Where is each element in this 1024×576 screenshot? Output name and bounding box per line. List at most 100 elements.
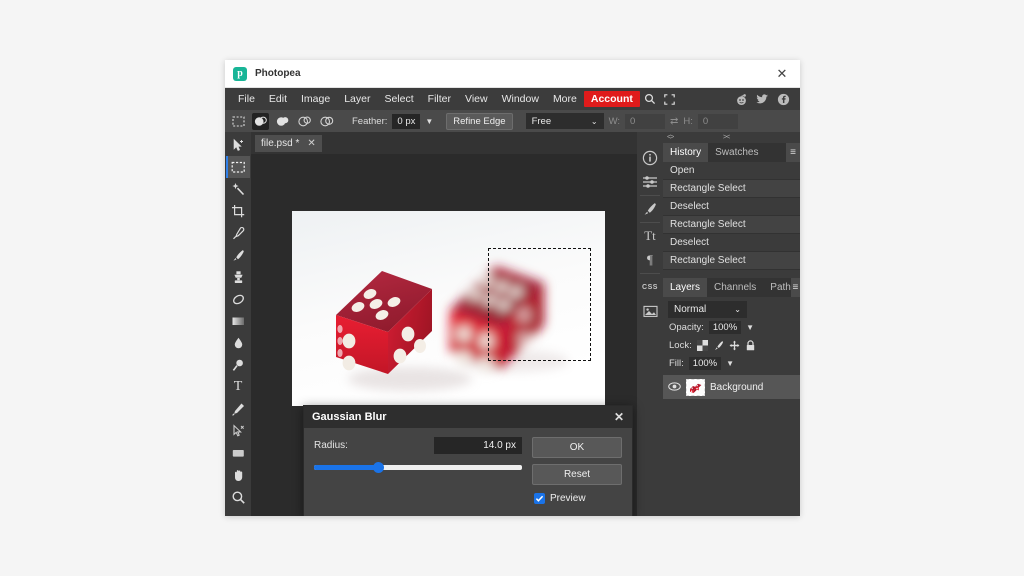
- brush-settings-icon[interactable]: [638, 197, 662, 221]
- fill-dropdown-icon[interactable]: ▼: [726, 359, 734, 368]
- history-item[interactable]: Deselect: [663, 234, 800, 252]
- move-tool[interactable]: [226, 134, 250, 156]
- document-tab-file-psd[interactable]: file.psd * ✕: [255, 134, 322, 152]
- collapse-left-icon[interactable]: <>: [667, 134, 674, 141]
- layers-panel-tabs: Layers Channels Path ≡: [663, 278, 800, 297]
- layer-thumbnail[interactable]: [686, 378, 705, 396]
- path-select-tool[interactable]: [226, 420, 250, 442]
- swap-arrows-icon[interactable]: ⇄: [670, 116, 678, 127]
- menu-select[interactable]: Select: [377, 90, 420, 108]
- window-close-button[interactable]: ✕: [772, 64, 792, 84]
- collapse-right-icon[interactable]: ><: [723, 134, 730, 141]
- menu-file[interactable]: File: [231, 90, 262, 108]
- brush-tool[interactable]: [226, 244, 250, 266]
- menu-image[interactable]: Image: [294, 90, 337, 108]
- lock-pixels-icon[interactable]: [713, 340, 724, 351]
- tab-path[interactable]: Path: [763, 278, 791, 297]
- shape-tool[interactable]: [226, 442, 250, 464]
- lock-transparency-icon[interactable]: [696, 340, 708, 351]
- history-item[interactable]: Rectangle Select: [663, 216, 800, 234]
- opacity-value[interactable]: 100%: [708, 321, 742, 334]
- artboard[interactable]: [292, 211, 605, 406]
- search-icon[interactable]: [640, 93, 660, 105]
- opacity-label: Opacity:: [669, 322, 704, 333]
- tab-channels[interactable]: Channels: [707, 278, 763, 297]
- blend-mode-select[interactable]: Normal ⌄: [668, 301, 747, 318]
- height-input[interactable]: 0: [697, 113, 738, 129]
- hand-tool[interactable]: [226, 464, 250, 486]
- intersect-selection-button[interactable]: [318, 113, 335, 130]
- layers-panel-menu-icon[interactable]: ≡: [790, 278, 800, 297]
- menu-filter[interactable]: Filter: [421, 90, 458, 108]
- feather-dropdown-icon[interactable]: ▼: [425, 117, 433, 126]
- feather-input[interactable]: 0 px: [392, 113, 421, 129]
- preview-checkbox[interactable]: [534, 493, 545, 504]
- info-icon[interactable]: [638, 146, 662, 170]
- css-icon[interactable]: CSS: [638, 275, 662, 299]
- refine-edge-button[interactable]: Refine Edge: [446, 112, 513, 130]
- rectangle-marquee-icon[interactable]: [230, 113, 247, 130]
- rectangle-marquee-tool[interactable]: [226, 156, 250, 178]
- document-tab-bar: file.psd * ✕: [251, 132, 637, 154]
- history-item[interactable]: Rectangle Select: [663, 180, 800, 198]
- fill-row: Fill: 100% ▼: [663, 354, 800, 373]
- fullscreen-icon[interactable]: [660, 93, 680, 105]
- image-icon[interactable]: [638, 299, 662, 323]
- reddit-icon[interactable]: [735, 93, 748, 106]
- history-item[interactable]: Open: [663, 162, 800, 180]
- pen-tool[interactable]: [226, 398, 250, 420]
- clone-stamp-tool[interactable]: [226, 266, 250, 288]
- tab-history[interactable]: History: [663, 143, 709, 162]
- ok-button[interactable]: OK: [532, 437, 622, 458]
- lock-label: Lock:: [669, 340, 692, 351]
- radius-slider[interactable]: [314, 462, 522, 473]
- new-selection-button[interactable]: [252, 112, 269, 130]
- subtract-from-selection-button[interactable]: [296, 113, 313, 130]
- style-select[interactable]: Free ⌄: [525, 113, 604, 129]
- zoom-tool[interactable]: [226, 486, 250, 508]
- dialog-buttons: OK Reset Preview: [532, 437, 622, 504]
- slider-knob[interactable]: [372, 462, 384, 473]
- tab-layers[interactable]: Layers: [663, 278, 708, 297]
- tab-swatches[interactable]: Swatches: [708, 143, 765, 162]
- rail-divider: [640, 273, 660, 274]
- layer-visibility-icon[interactable]: [668, 378, 681, 396]
- dodge-tool[interactable]: [226, 354, 250, 376]
- selection-marquee[interactable]: [488, 248, 591, 361]
- menu-window[interactable]: Window: [495, 90, 546, 108]
- gaussian-blur-dialog[interactable]: Gaussian Blur ✕ Radius: 14.0 px OK Reset: [303, 405, 633, 516]
- layer-row[interactable]: Background: [663, 375, 800, 399]
- history-item[interactable]: Deselect: [663, 198, 800, 216]
- magic-wand-tool[interactable]: [226, 178, 250, 200]
- history-panel-menu-icon[interactable]: ≡: [786, 143, 800, 162]
- gradient-tool[interactable]: [226, 310, 250, 332]
- menu-edit[interactable]: Edit: [262, 90, 294, 108]
- fill-value[interactable]: 100%: [688, 357, 722, 370]
- opacity-dropdown-icon[interactable]: ▼: [746, 323, 754, 332]
- menu-layer[interactable]: Layer: [337, 90, 377, 108]
- opacity-row: Opacity: 100% ▼: [663, 318, 800, 337]
- history-item[interactable]: Rectangle Select: [663, 252, 800, 270]
- lock-all-icon[interactable]: [745, 340, 756, 351]
- menu-view[interactable]: View: [458, 90, 495, 108]
- character-icon[interactable]: Tt: [638, 224, 662, 248]
- width-label: W:: [608, 115, 621, 127]
- adjustments-icon[interactable]: [638, 170, 662, 194]
- crop-tool[interactable]: [226, 200, 250, 222]
- document-tab-close-icon[interactable]: ✕: [307, 138, 315, 149]
- paragraph-icon[interactable]: ¶: [638, 248, 662, 272]
- reset-button[interactable]: Reset: [532, 464, 622, 485]
- account-button[interactable]: Account: [583, 91, 640, 107]
- width-input[interactable]: 0: [625, 113, 666, 129]
- menu-more[interactable]: More: [546, 90, 584, 108]
- dialog-close-button[interactable]: ✕: [614, 410, 624, 424]
- add-to-selection-button[interactable]: [274, 113, 291, 130]
- twitter-icon[interactable]: [756, 93, 769, 106]
- facebook-icon[interactable]: [777, 93, 790, 106]
- lock-position-icon[interactable]: [729, 340, 740, 351]
- blur-tool[interactable]: [226, 332, 250, 354]
- radius-input[interactable]: 14.0 px: [434, 437, 522, 454]
- eyedropper-tool[interactable]: [226, 222, 250, 244]
- eraser-tool[interactable]: [226, 288, 250, 310]
- type-tool[interactable]: T: [226, 376, 250, 398]
